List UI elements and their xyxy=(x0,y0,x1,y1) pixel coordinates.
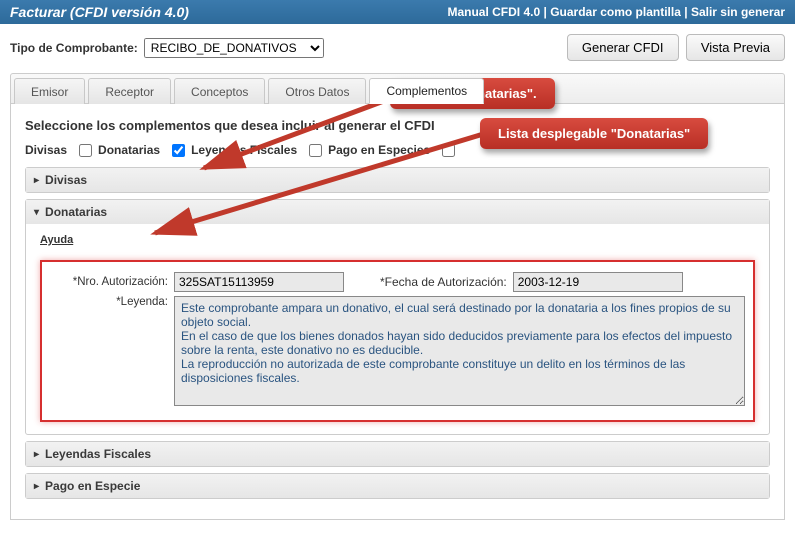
generate-cfdi-button[interactable]: Generar CFDI xyxy=(567,34,679,61)
leyendas-checkbox[interactable] xyxy=(309,144,322,157)
accordion-pago-especie-header[interactable]: ▸ Pago en Especie xyxy=(26,474,769,498)
accordion-divisas-label: Divisas xyxy=(45,173,87,187)
complementos-checkboxes: Divisas Donatarias Leyendas Fiscales Pag… xyxy=(25,143,770,157)
divisas-label: Divisas xyxy=(25,143,67,157)
accordion-pago-especie-label: Pago en Especie xyxy=(45,479,140,493)
preview-button[interactable]: Vista Previa xyxy=(686,34,785,61)
donatarias-form-highlight: *Nro. Autorización: *Fecha de Autorizaci… xyxy=(40,260,755,422)
header-title: Facturar (CFDI versión 4.0) xyxy=(10,4,189,20)
donatarias-label: Donatarias xyxy=(98,143,160,157)
fecha-autorizacion-label: *Fecha de Autorización: xyxy=(380,275,507,289)
link-save-template[interactable]: Guardar como plantilla xyxy=(550,5,681,19)
leyendas-label: Leyendas Fiscales xyxy=(191,143,297,157)
pago-especies-label: Pago en Especies xyxy=(328,143,430,157)
link-exit[interactable]: Salir sin generar xyxy=(691,5,785,19)
accordion-divisas: ▸ Divisas xyxy=(25,167,770,193)
accordion-donatarias-label: Donatarias xyxy=(45,205,107,219)
chevron-right-icon: ▸ xyxy=(34,175,39,186)
chevron-right-icon: ▸ xyxy=(34,449,39,460)
tab-complementos[interactable]: Complementos xyxy=(369,78,484,104)
instruction-text: Seleccione los complementos que desea in… xyxy=(25,118,770,133)
accordion-leyendas: ▸ Leyendas Fiscales xyxy=(25,441,770,467)
tab-conceptos[interactable]: Conceptos xyxy=(174,78,265,104)
tab-strip: Emisor Receptor Conceptos Otros Datos Co… xyxy=(10,73,785,104)
nro-autorizacion-label: *Nro. Autorización: xyxy=(50,276,168,288)
nro-autorizacion-input[interactable] xyxy=(174,272,344,292)
app-header: Facturar (CFDI versión 4.0) Manual CFDI … xyxy=(0,0,795,24)
accordion-pago-especie: ▸ Pago en Especie xyxy=(25,473,770,499)
tab-emisor[interactable]: Emisor xyxy=(14,78,85,104)
tipo-comprobante-label: Tipo de Comprobante: xyxy=(10,41,138,55)
leyenda-textarea[interactable] xyxy=(174,296,745,406)
top-controls: Tipo de Comprobante: RECIBO_DE_DONATIVOS… xyxy=(0,24,795,67)
accordion-leyendas-label: Leyendas Fiscales xyxy=(45,447,151,461)
complementos-panel: Seleccione los complementos que desea in… xyxy=(10,104,785,520)
chevron-down-icon: ▾ xyxy=(34,207,39,218)
accordion-donatarias-header[interactable]: ▾ Donatarias xyxy=(26,200,769,224)
tipo-comprobante-select[interactable]: RECIBO_DE_DONATIVOS xyxy=(144,38,324,58)
accordion-divisas-header[interactable]: ▸ Divisas xyxy=(26,168,769,192)
divisas-checkbox[interactable] xyxy=(79,144,92,157)
donatarias-checkbox[interactable] xyxy=(172,144,185,157)
chevron-right-icon: ▸ xyxy=(34,481,39,492)
leyenda-label: *Leyenda: xyxy=(50,296,168,308)
tab-receptor[interactable]: Receptor xyxy=(88,78,171,104)
accordion-leyendas-header[interactable]: ▸ Leyendas Fiscales xyxy=(26,442,769,466)
tab-otros-datos[interactable]: Otros Datos xyxy=(268,78,366,104)
pago-especies-checkbox[interactable] xyxy=(442,144,455,157)
ayuda-link[interactable]: Ayuda xyxy=(40,234,73,246)
link-manual[interactable]: Manual CFDI 4.0 xyxy=(447,5,540,19)
accordion-donatarias: ▾ Donatarias Ayuda *Nro. Autorización: *… xyxy=(25,199,770,435)
fecha-autorizacion-input[interactable] xyxy=(513,272,683,292)
header-links: Manual CFDI 4.0 | Guardar como plantilla… xyxy=(447,5,785,19)
